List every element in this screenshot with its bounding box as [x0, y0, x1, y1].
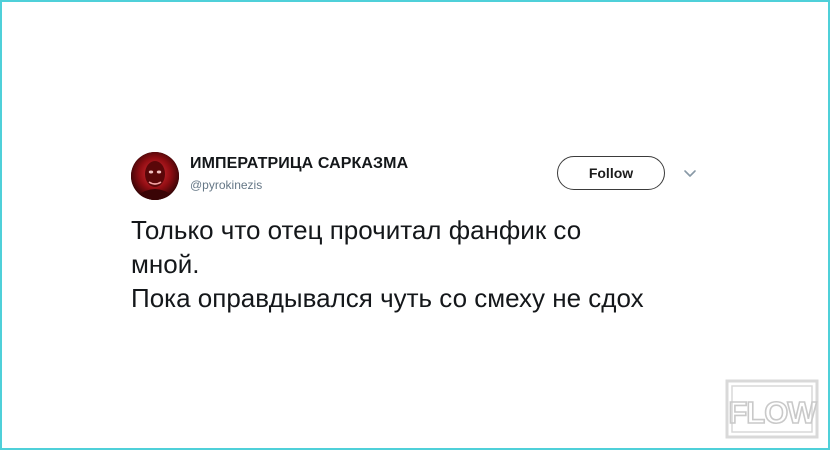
avatar[interactable]: [131, 152, 179, 200]
tweet-line: Пока оправдывался чуть со смеху не сдох: [131, 283, 644, 313]
tweet-text: Только что отец прочитал фанфик со мной.…: [131, 213, 731, 315]
chevron-down-icon[interactable]: [683, 168, 697, 178]
tweet-line: мной.: [131, 249, 200, 279]
tweet-line: Только что отец прочитал фанфик со: [131, 215, 582, 245]
author-name[interactable]: ИМПЕРАТРИЦА САРКАЗМА: [190, 155, 408, 173]
follow-button[interactable]: Follow: [557, 156, 665, 190]
watermark-text: FLOW: [728, 395, 817, 430]
avatar-image: [131, 152, 179, 200]
author-handle[interactable]: @pyrokinezis: [190, 178, 262, 192]
flow-logo: FLOW: [725, 379, 819, 439]
